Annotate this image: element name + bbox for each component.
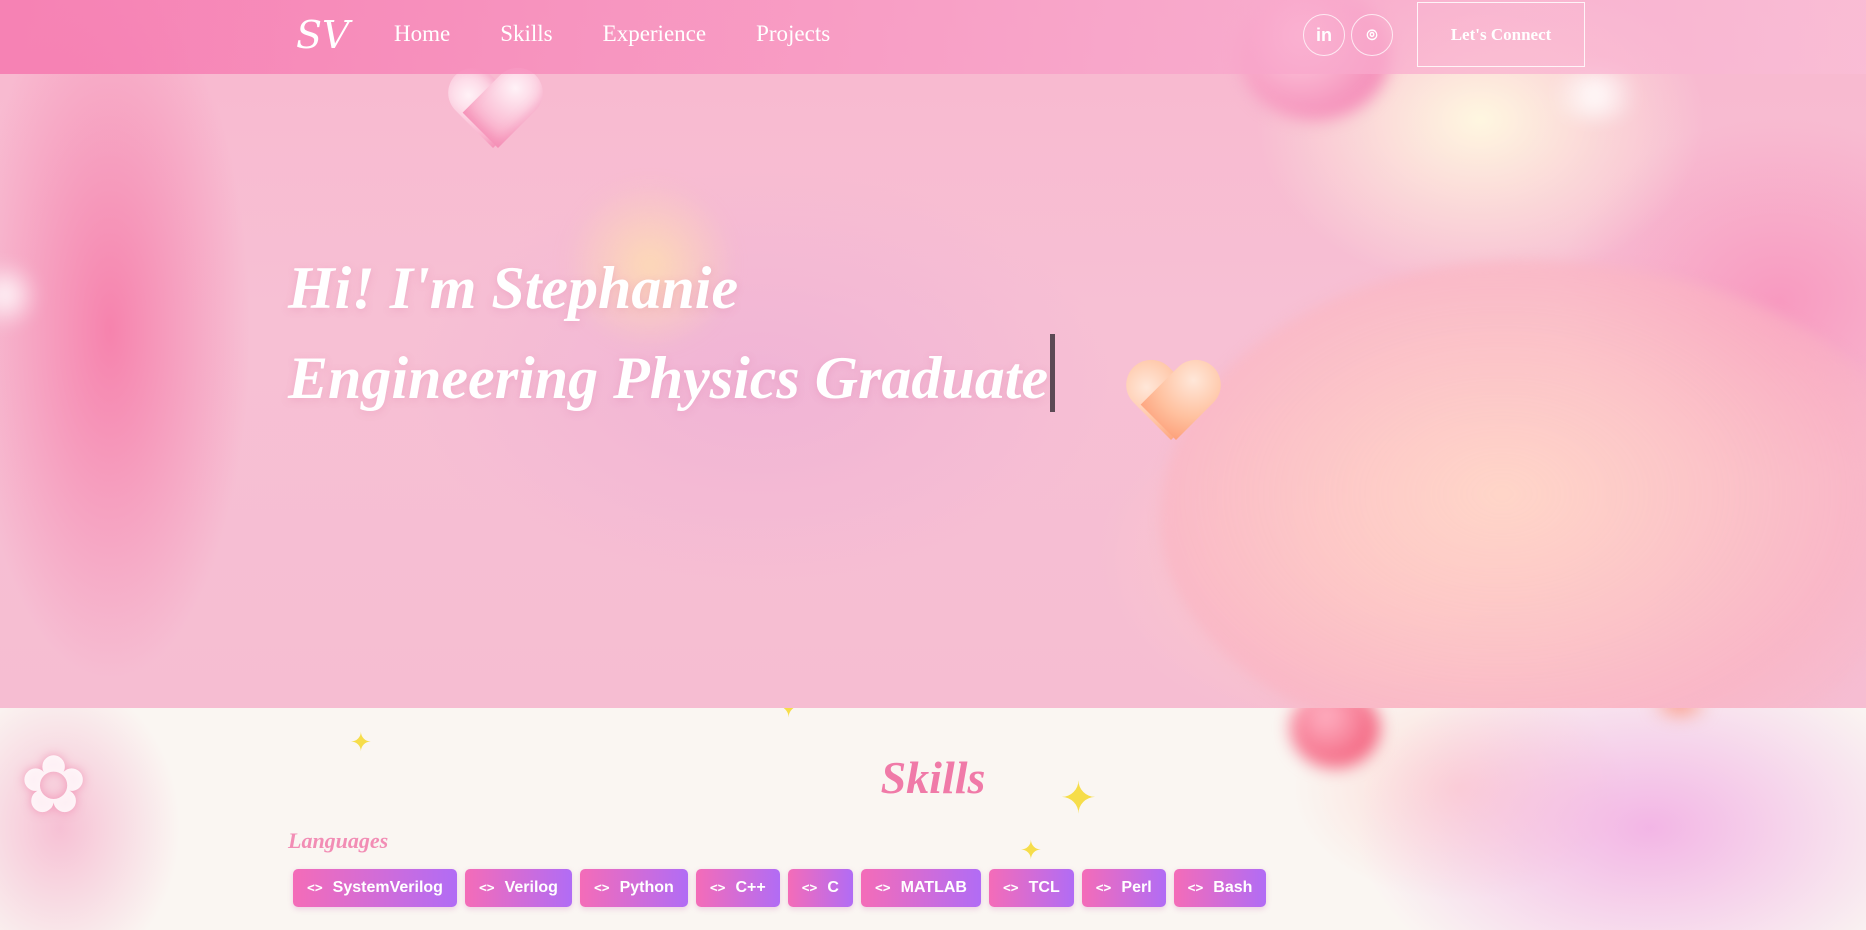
skill-chip-label: Perl [1121, 879, 1152, 896]
hero-subtitle-text: Engineering Physics Graduate [288, 345, 1049, 411]
code-icon: <> [1002, 880, 1019, 896]
nav-link-projects[interactable]: Projects [756, 18, 830, 50]
skill-chip: <> SystemVerilog [293, 869, 457, 907]
skill-chip: <> Verilog [464, 869, 572, 907]
github-icon[interactable]: ⌾ [1351, 14, 1393, 56]
languages-label: Languages [288, 828, 389, 853]
linkedin-icon[interactable]: in [1303, 14, 1345, 56]
skills-heading: Skills [880, 752, 986, 803]
background-cloud-shape [1160, 260, 1866, 708]
skill-chip-label: MATLAB [900, 879, 967, 896]
code-icon: <> [593, 880, 610, 896]
skill-chip-label: Python [619, 879, 674, 896]
background-glow [1640, 708, 1720, 718]
background-glow [0, 260, 40, 330]
nav-link-home[interactable]: Home [394, 18, 450, 50]
skill-chip: <> Bash [1173, 869, 1267, 907]
language-chips: <> SystemVerilog <> Verilog <> Python <> C++… [293, 869, 1274, 907]
skill-chip-label: C++ [735, 879, 766, 896]
code-icon: <> [874, 880, 891, 896]
site-logo[interactable]: SV [296, 12, 349, 58]
skill-chip: <> C++ [695, 869, 780, 907]
skill-chip-label: Bash [1213, 879, 1253, 896]
top-navbar: SV Home Skills Experience Projects in ⌾ … [0, 0, 1866, 74]
background-glow [1540, 70, 1650, 120]
skill-chip: <> Perl [1081, 869, 1166, 907]
hero-greeting: Hi! I'm Stephanie [288, 255, 739, 321]
skill-chip: <> Python [579, 869, 688, 907]
lets-connect-button[interactable]: Let's Connect [1417, 2, 1585, 67]
skill-chip-label: TCL [1028, 879, 1060, 896]
skills-section: ✿ ✦ ✦ ✦ ✦ Skills Languages <>SystemVeril… [0, 708, 1866, 930]
nav-link-experience[interactable]: Experience [603, 18, 706, 50]
hero-section: Hi! I'm Stephanie Engineering Physics Gr… [0, 0, 1866, 708]
skill-chip: <> MATLAB [860, 869, 981, 907]
typing-caret [1050, 334, 1056, 412]
skill-chip: <> TCL [988, 869, 1074, 907]
nav-links: Home Skills Experience Projects [394, 18, 880, 50]
heart-icon [1126, 362, 1216, 442]
skill-chip: <> C [787, 869, 853, 907]
star-icon: ✦ [1020, 836, 1042, 866]
code-icon: <> [1187, 880, 1204, 896]
skill-chip-label: SystemVerilog [332, 879, 443, 896]
code-icon: <> [709, 880, 726, 896]
skill-chip-label: Verilog [504, 879, 558, 896]
code-icon: <> [478, 880, 495, 896]
code-icon: <> [801, 880, 818, 896]
skill-chip-label: C [827, 879, 839, 896]
star-icon: ✦ [776, 708, 801, 725]
code-icon: <> [307, 880, 323, 896]
code-icon: <> [1095, 880, 1112, 896]
heart-icon [448, 70, 538, 150]
hero-subtitle: Engineering Physics Graduate [288, 334, 1056, 416]
nav-link-skills[interactable]: Skills [500, 18, 552, 50]
